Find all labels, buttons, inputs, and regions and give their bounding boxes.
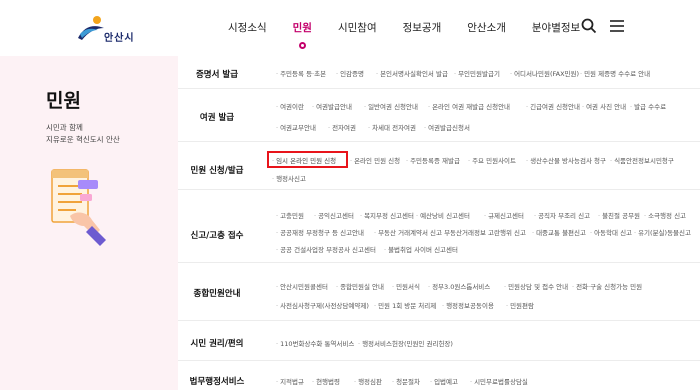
menu-row-reports: 신고/고충 접수 고충민원 공익신고센터 복지부정 신고센터 예산낭비 신고센터… [178, 190, 700, 263]
menu-link[interactable]: 온라인 민원 신청 [350, 155, 400, 165]
menu-link[interactable]: 차세대 전자여권 [368, 122, 416, 132]
menu-link[interactable]: 110번화상수화 통역서비스 [276, 338, 354, 348]
menu-link[interactable]: 민원상담 및 접수 안내 [504, 281, 568, 291]
menu-link[interactable]: 주민등록증 재발급 [406, 155, 460, 165]
nav-item-city-news[interactable]: 시정소식 [228, 20, 267, 35]
menu-link[interactable]: 유기(분실)동물신고 [634, 227, 691, 237]
menu-link[interactable]: 불친절 공무원 [598, 210, 640, 220]
menu-row-legal-services: 법무행정서비스 지적법규 현행법령 행정심판 청문절차 입법예고 시민무료법률상… [178, 361, 700, 390]
menu-link[interactable]: 전화·구술 신청가능 민원 [572, 281, 642, 291]
section-title: 민원 [46, 90, 81, 112]
menu-link[interactable]: 규제신고센터 [484, 210, 524, 220]
menu-link[interactable]: 전자여권 [328, 122, 356, 132]
menu-link[interactable]: 지적법규 [276, 376, 304, 386]
menu-link[interactable]: 생산수산물 방사능검사 청구 [526, 155, 606, 165]
menu-row-label: 종합민원안내 [193, 289, 241, 299]
hamburger-menu-icon[interactable] [608, 17, 626, 35]
menu-row-label: 신고/고충 접수 [190, 231, 244, 241]
nav-item-field-info[interactable]: 분야별정보 [532, 20, 580, 35]
menu-link[interactable]: 공익신고센터 [314, 210, 354, 220]
menu-link[interactable]: 주민등록 등·초본 [276, 68, 326, 78]
menu-link[interactable]: 여권교부안내 [276, 122, 316, 132]
menu-link[interactable]: 공공 건설사업장 부정공사 신고센터 [276, 244, 376, 254]
menu-link[interactable]: 여권 사진 안내 [582, 101, 626, 111]
search-icon[interactable] [580, 17, 598, 35]
menu-link[interactable]: 예산낭비 신고센터 [416, 210, 470, 220]
menu-link[interactable]: 공공재정 부정청구 등 신고안내 [276, 227, 364, 237]
menu-link[interactable]: 온라인 여권 재발급 신청안내 [428, 101, 510, 111]
menu-link[interactable]: 대중교통 불편신고 [532, 227, 586, 237]
menu-link[interactable]: 주요 민원사이트 [468, 155, 516, 165]
logo-text: 안산시 [104, 33, 135, 44]
menu-link[interactable]: 민원 1회 방문 처리제 [374, 300, 436, 310]
menu-link[interactable]: 행정사신고 [272, 173, 306, 183]
menu-row-label: 민원 신청/발급 [190, 166, 244, 176]
menu-link[interactable]: 부동산 거래계약서 신고 [374, 227, 442, 237]
nav-item-civil-service[interactable]: 민원 [292, 20, 312, 49]
menu-link[interactable]: 아동학대 신고 [590, 227, 632, 237]
document-hand-illustration [51, 169, 106, 246]
menu-link[interactable]: 여권발급안내 [312, 101, 352, 111]
menu-link[interactable]: 행정정보공동이용 [442, 300, 494, 310]
menu-link[interactable]: 본인서명사실확인서 발급 [376, 68, 448, 78]
menu-link[interactable]: 행정심판 [354, 376, 382, 386]
menu-row-certificates: 증명서 발급 주민등록 등·초본 인감증명 본인서명사실확인서 발급 무인민원발… [178, 56, 700, 89]
menu-link[interactable]: 공직자 부조리 신고 [534, 210, 590, 220]
menu-row-application: 민원 신청/발급 임시 온라인 민원 신청 온라인 민원 신청 주민등록증 재발… [178, 142, 700, 190]
nav-item-label: 민원 [292, 22, 312, 34]
menu-link[interactable]: 부동산거래정보 고란행위 신고 [440, 227, 526, 237]
active-indicator-dot [298, 42, 306, 49]
menu-row-label: 증명서 발급 [195, 70, 239, 80]
menu-link[interactable]: 복지부정 신고센터 [360, 210, 414, 220]
menu-link[interactable]: 행정서비스헌장(민원인 권리헌장) [358, 338, 453, 348]
menu-link[interactable]: 무인민원발급기 [454, 68, 500, 78]
section-intro-panel: 민원 시민과 함께 지유로운 혁신도시 안산 [0, 56, 178, 390]
menu-link[interactable]: 입법예고 [430, 376, 458, 386]
nav-item-about-ansan[interactable]: 안산소개 [467, 20, 506, 35]
civil-service-menu: 증명서 발급 주민등록 등·초본 인감증명 본인서명사실확인서 발급 무인민원발… [178, 56, 700, 390]
site-header: 안산시 시정소식 민원 시민참여 정보공개 안산소개 분야별정보 [0, 0, 700, 55]
menu-link[interactable]: 종합민원실 안내 [336, 281, 384, 291]
main-nav: 시정소식 민원 시민참여 정보공개 안산소개 분야별정보 [228, 0, 606, 55]
section-subtitle-line1: 시민과 함께 [46, 123, 83, 132]
ansan-logo[interactable]: 안산시 [70, 10, 150, 46]
section-subtitle-line2: 지유로운 혁신도시 안산 [46, 135, 120, 144]
nav-item-participation[interactable]: 시민참여 [338, 20, 377, 35]
menu-link[interactable]: 안산시민원콜센터 [276, 281, 328, 291]
menu-link[interactable]: 고충민원 [276, 210, 304, 220]
logo-mark-icon [78, 16, 104, 40]
menu-link[interactable]: 정부3.0원스톱서비스 [428, 281, 490, 291]
menu-link[interactable]: 민원편람 [506, 300, 534, 310]
menu-link[interactable]: 여권이란 [276, 101, 304, 111]
menu-link[interactable]: 인감증명 [336, 68, 364, 78]
menu-link[interactable]: 긴급여권 신청안내 [526, 101, 580, 111]
menu-row-citizen-rights: 시민 권리/편의 110번화상수화 통역서비스 행정서비스헌장(민원인 권리헌장… [178, 321, 700, 361]
menu-link[interactable]: 여권발급신청서 [424, 122, 470, 132]
highlight-box [267, 151, 348, 168]
menu-row-label: 법무행정서비스 [189, 377, 245, 387]
menu-link[interactable]: 청문절차 [392, 376, 420, 386]
menu-link[interactable]: 사전심사청구제(사전상담예약제) [276, 300, 369, 310]
menu-link[interactable]: 불법취업 사이버 신고센터 [384, 244, 458, 254]
menu-link[interactable]: 민원 제증명 수수료 안내 [580, 68, 650, 78]
menu-link[interactable]: 소극행정 신고 [644, 210, 686, 220]
menu-link[interactable]: 식품안전정보시민청구 [610, 155, 674, 165]
menu-link[interactable]: 일반여권 신청안내 [364, 101, 418, 111]
menu-link[interactable]: 시민무료법률상담실 [470, 376, 528, 386]
menu-link[interactable]: 발급 수수료 [630, 101, 666, 111]
nav-item-info-disclosure[interactable]: 정보공개 [403, 20, 442, 35]
menu-row-label: 시민 권리/편의 [190, 339, 244, 349]
menu-row-passport: 여권 발급 여권이란 여권발급안내 일반여권 신청안내 온라인 여권 재발급 신… [178, 89, 700, 142]
menu-row-general-info: 종합민원안내 안산시민원콜센터 종합민원실 안내 민원서식 정부3.0원스톱서비… [178, 263, 700, 321]
menu-link[interactable]: 어디서나민원(FAX민원) [510, 68, 579, 78]
menu-link[interactable]: 민원서식 [392, 281, 420, 291]
menu-link[interactable]: 현행법령 [312, 376, 340, 386]
menu-row-label: 여권 발급 [199, 113, 235, 123]
